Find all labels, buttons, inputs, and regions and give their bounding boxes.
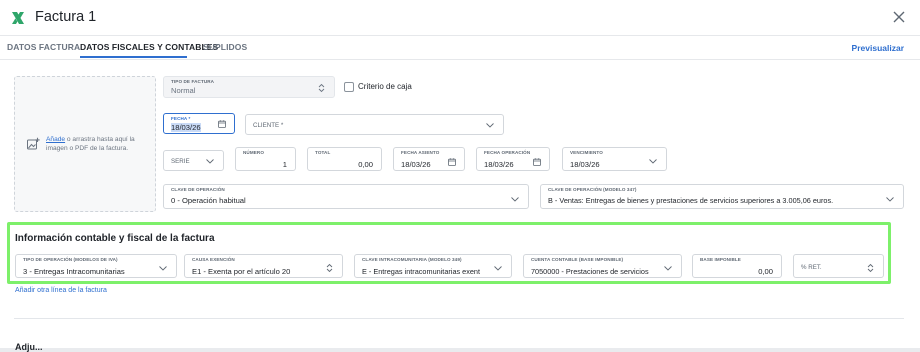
tab-bar: DATOS FACTURA DATOS FISCALES Y CONTABLES… — [0, 36, 920, 60]
cuenta-contable-select[interactable]: CUENTA CONTABLE (BASE IMPONIBLE) 7050000… — [523, 254, 682, 278]
tipo-factura-value: Normal — [171, 86, 196, 95]
add-line-link[interactable]: Añadir otra línea de la factura — [15, 287, 107, 294]
chevron-down-icon — [206, 159, 214, 164]
updown-arrows-icon — [326, 263, 333, 273]
fecha-operacion-value: 18/03/26 — [484, 160, 514, 169]
chevron-down-icon — [886, 197, 894, 202]
base-imponible-field[interactable]: BASE IMPONIBLE 0,00 — [692, 254, 782, 278]
cuenta-contable-label: CUENTA CONTABLE (BASE IMPONIBLE) — [531, 257, 624, 262]
calendar-icon — [533, 158, 541, 166]
clave-operacion-value: 0 - Operación habitual — [171, 196, 246, 205]
chevron-down-icon — [664, 266, 672, 271]
clave-operacion-347-select[interactable]: CLAVE DE OPERACIÓN (MODELO 347) B - Vent… — [540, 184, 904, 209]
cuenta-contable-value: 7050000 - Prestaciones de servicios — [531, 267, 649, 276]
upload-link[interactable]: Añade — [46, 136, 65, 143]
close-icon[interactable] — [892, 10, 906, 24]
clave-intracomunitaria-select[interactable]: CLAVE INTRACOMUNITARIA (MODELO 349) E - … — [354, 254, 512, 278]
total-value: 0,00 — [358, 160, 373, 169]
clave-operacion-347-value: B - Ventas: Entregas de bienes y prestac… — [548, 196, 834, 205]
base-imponible-label: BASE IMPONIBLE — [700, 257, 741, 262]
tipo-factura-label: TIPO DE FACTURA — [171, 79, 215, 84]
image-add-icon — [27, 137, 40, 150]
fecha-label: FECHA * — [171, 116, 191, 121]
window-title: Factura 1 — [35, 9, 97, 25]
base-imponible-value: 0,00 — [758, 267, 773, 276]
criterio-caja-checkbox[interactable] — [344, 82, 354, 92]
vencimiento-value: 18/03/26 — [570, 160, 600, 169]
fecha-field[interactable]: FECHA * 18/03/26 — [163, 113, 235, 134]
vencimiento-label: VENCIMIENTO — [570, 150, 603, 155]
ret-select[interactable]: % RET. — [793, 254, 884, 278]
app-logo-icon — [12, 12, 24, 24]
cliente-select[interactable]: CLIENTE * — [245, 114, 504, 135]
numero-field[interactable]: NÚMERO 1 — [235, 147, 296, 171]
next-section-heading: Adju... — [15, 342, 43, 352]
fecha-asiento-value: 18/03/26 — [401, 160, 431, 169]
chevron-down-icon — [159, 266, 167, 271]
upload-dropzone[interactable]: Añade o arrastra hasta aquí la imagen o … — [14, 76, 156, 212]
updown-arrows-icon — [318, 83, 325, 93]
tipo-operacion-value: 3 - Entregas Intracomunitarias — [23, 267, 125, 276]
preview-link[interactable]: Previsualizar — [852, 43, 904, 53]
causa-exencion-label: CAUSA EXENCIÓN — [192, 257, 235, 262]
serie-placeholder: SERIE — [171, 158, 190, 165]
tab-suplidos[interactable]: SUPLIDOS — [203, 42, 247, 52]
tipo-operacion-label: TIPO DE OPERACIÓN (MODELOS DE IVA) — [23, 257, 118, 262]
clave-intracomunitaria-value: E - Entregas intracomunitarias exent — [362, 267, 481, 276]
chevron-down-icon — [486, 123, 494, 128]
calendar-icon — [448, 158, 456, 166]
fecha-asiento-field[interactable]: FECHA ASIENTO 18/03/26 — [393, 147, 465, 171]
tipo-factura-select[interactable]: TIPO DE FACTURA Normal — [163, 76, 335, 98]
fecha-value: 18/03/26 — [171, 123, 201, 132]
ret-placeholder: % RET. — [801, 264, 822, 271]
criterio-caja-label: Criterio de caja — [358, 82, 412, 91]
tab-datos-fiscales[interactable]: DATOS FISCALES Y CONTABLES — [80, 42, 218, 52]
causa-exencion-select[interactable]: CAUSA EXENCIÓN E1 - Exenta por el artícu… — [184, 254, 343, 278]
invoice-window: Factura 1 DATOS FACTURA DATOS FISCALES Y… — [0, 0, 920, 352]
section-divider — [14, 318, 904, 319]
fecha-operacion-label: FECHA OPERACIÓN — [484, 150, 531, 155]
tab-datos-factura[interactable]: DATOS FACTURA — [7, 42, 80, 52]
fecha-operacion-field[interactable]: FECHA OPERACIÓN 18/03/26 — [476, 147, 550, 171]
vencimiento-select[interactable]: VENCIMIENTO 18/03/26 — [562, 147, 667, 171]
total-field[interactable]: TOTAL 0,00 — [307, 147, 382, 171]
numero-label: NÚMERO — [243, 150, 265, 155]
clave-operacion-label: CLAVE DE OPERACIÓN — [171, 187, 225, 192]
total-label: TOTAL — [315, 150, 331, 155]
updown-arrows-icon — [867, 263, 874, 273]
numero-value: 1 — [282, 160, 287, 169]
section-title: Información contable y fiscal de la fact… — [15, 233, 215, 244]
chevron-down-icon — [494, 266, 502, 271]
fecha-asiento-label: FECHA ASIENTO — [401, 150, 440, 155]
upload-instructions: Añade o arrastra hasta aquí la imagen o … — [46, 135, 150, 153]
chevron-down-icon — [649, 159, 657, 164]
causa-exencion-value: E1 - Exenta por el artículo 20 — [192, 267, 291, 276]
cliente-placeholder: CLIENTE * — [253, 122, 284, 129]
active-tab-indicator — [80, 56, 187, 58]
calendar-icon — [218, 120, 226, 128]
clave-operacion-select[interactable]: CLAVE DE OPERACIÓN 0 - Operación habitua… — [163, 184, 529, 209]
serie-select[interactable]: SERIE — [163, 150, 224, 171]
chevron-down-icon — [511, 197, 519, 202]
clave-operacion-347-label: CLAVE DE OPERACIÓN (MODELO 347) — [548, 187, 637, 192]
title-bar: Factura 1 — [0, 0, 920, 36]
tipo-operacion-select[interactable]: TIPO DE OPERACIÓN (MODELOS DE IVA) 3 - E… — [15, 254, 177, 278]
clave-intracomunitaria-label: CLAVE INTRACOMUNITARIA (MODELO 349) — [362, 257, 462, 262]
